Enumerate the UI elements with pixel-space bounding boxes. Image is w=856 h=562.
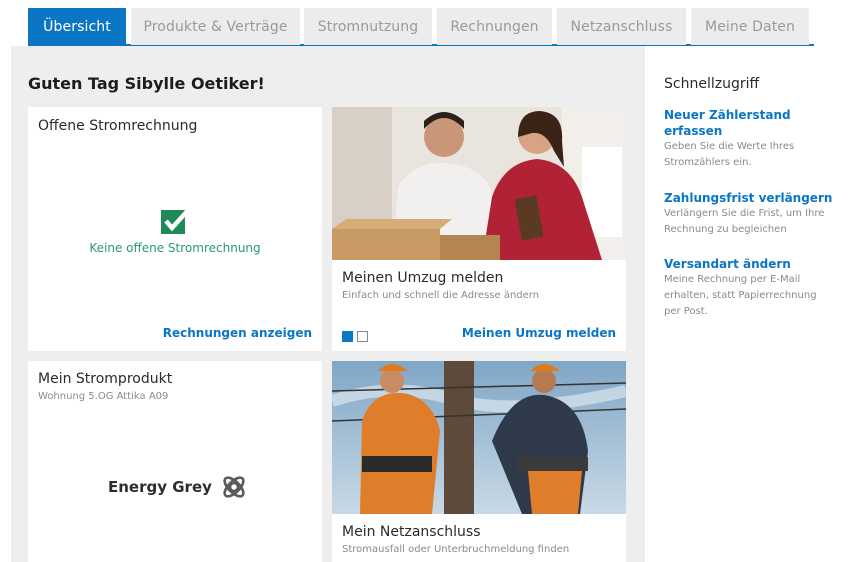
- card-subtitle: Einfach und schnell die Adresse ändern: [342, 290, 540, 301]
- main-tabs: Übersicht Produkte & Verträge Stromnutzu…: [28, 8, 814, 46]
- quick-link-meter-reading-desc: Geben Sie die Werte Ihres Stromzählers e…: [664, 141, 795, 168]
- tab-uebersicht[interactable]: Übersicht: [28, 8, 126, 45]
- card-move: Meinen Umzug melden Einfach und schnell …: [332, 107, 626, 351]
- quick-link-payment-extension-label[interactable]: Zahlungsfrist verlängern: [664, 190, 834, 206]
- quick-access-title: Schnellzugriff: [664, 76, 760, 92]
- tab-produkte-vertraege[interactable]: Produkte & Verträge: [131, 8, 300, 45]
- quick-access-sidebar: Schnellzugriff Neuer Zählerstand erfasse…: [645, 46, 843, 562]
- card-subtitle: Wohnung 5.OG Attika A09: [38, 391, 169, 402]
- card-title: Offene Stromrechnung: [38, 118, 198, 134]
- couple-moving-photo: [332, 107, 626, 260]
- show-bills-link[interactable]: Rechnungen anzeigen: [163, 326, 312, 340]
- card-title: Mein Netzanschluss: [342, 524, 481, 540]
- tab-netzanschluss[interactable]: Netzanschluss: [557, 8, 686, 45]
- card-power-product: Mein Stromprodukt Wohnung 5.OG Attika A0…: [28, 361, 322, 562]
- quick-link-delivery-method-desc: Meine Rechnung per E-Mail erhalten, stat…: [664, 274, 817, 317]
- quick-link-payment-extension-desc: Verlängern Sie die Frist, um Ihre Rechnu…: [664, 208, 825, 235]
- card-open-bill: Offene Stromrechnung Keine offene Stromr…: [28, 107, 322, 351]
- tab-meine-daten[interactable]: Meine Daten: [691, 8, 809, 45]
- no-open-bill-status: Keine offene Stromrechnung: [89, 241, 261, 255]
- product-brand: Energy Grey: [108, 473, 248, 501]
- report-move-link[interactable]: Meinen Umzug melden: [462, 326, 616, 340]
- carousel-dot-1[interactable]: [342, 331, 353, 342]
- quick-link-delivery-method-label[interactable]: Versandart ändern: [664, 256, 834, 272]
- tab-rechnungen[interactable]: Rechnungen: [437, 8, 552, 45]
- quick-link-payment-extension: Zahlungsfrist verlängern Verlängern Sie …: [664, 190, 834, 238]
- quick-link-meter-reading-label[interactable]: Neuer Zählerstand erfassen: [664, 107, 834, 139]
- card-subtitle: Stromausfall oder Unterbruchmeldung find…: [342, 544, 570, 555]
- quick-link-delivery-method: Versandart ändern Meine Rechnung per E-M…: [664, 256, 834, 320]
- carousel-dot-2[interactable]: [357, 331, 368, 342]
- energy-knot-icon: [223, 476, 245, 498]
- checkmark-icon: [161, 207, 191, 234]
- card-grid-connection: Mein Netzanschluss Stromausfall oder Unt…: [332, 361, 626, 562]
- page-title: Guten Tag Sibylle Oetiker!: [28, 74, 265, 93]
- tab-stromnutzung[interactable]: Stromnutzung: [304, 8, 432, 45]
- quick-link-meter-reading: Neuer Zählerstand erfassen Geben Sie die…: [664, 107, 834, 171]
- card-title: Meinen Umzug melden: [342, 270, 504, 286]
- card-title: Mein Stromprodukt: [38, 371, 173, 387]
- line-workers-photo: [332, 361, 626, 514]
- product-name: Energy Grey: [108, 478, 212, 496]
